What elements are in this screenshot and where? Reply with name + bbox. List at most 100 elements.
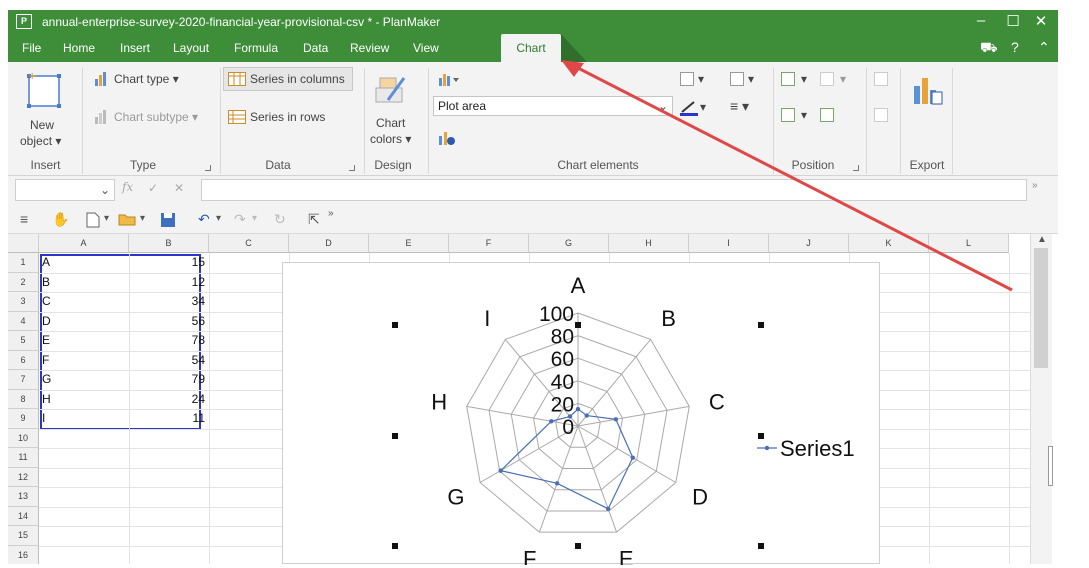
cell-b1[interactable]: 15 <box>129 255 205 269</box>
column-header-i[interactable]: I <box>689 234 769 253</box>
chart-colors-label-1[interactable]: Chart <box>376 116 405 130</box>
send-backward-icon[interactable] <box>781 108 795 122</box>
close-icon[interactable]: ✕ <box>1026 12 1056 30</box>
chevron-down-icon[interactable]: ▾ <box>700 100 706 114</box>
row-header-6[interactable]: 6 <box>8 350 39 370</box>
row-header-9[interactable]: 9 <box>8 409 39 429</box>
menu-view[interactable]: View <box>413 41 439 55</box>
cell-b7[interactable]: 79 <box>129 372 205 386</box>
menu-data[interactable]: Data <box>303 41 328 55</box>
cell-b4[interactable]: 56 <box>129 314 205 328</box>
chevron-down-icon[interactable]: ▾ <box>801 72 807 86</box>
column-header-c[interactable]: C <box>209 234 289 253</box>
split-handle[interactable] <box>1048 446 1053 486</box>
column-header-g[interactable]: G <box>529 234 609 253</box>
selection-handle[interactable] <box>392 543 398 549</box>
row-header-1[interactable]: 1 <box>8 253 39 273</box>
cancel-icon[interactable]: ✕ <box>174 181 184 195</box>
chart-colors-icon[interactable] <box>374 72 408 106</box>
cell-a6[interactable]: F <box>42 353 49 367</box>
chart-type-button[interactable]: Chart type ▾ <box>114 72 179 86</box>
row-header-14[interactable]: 14 <box>8 506 39 526</box>
chart-type-icon[interactable] <box>94 72 108 86</box>
position-group-dialog-icon[interactable] <box>853 165 859 171</box>
scrollbar-thumb[interactable] <box>1034 248 1048 368</box>
cell-a2[interactable]: B <box>42 275 50 289</box>
row-header-7[interactable]: 7 <box>8 370 39 390</box>
more-tools-icon[interactable]: » <box>328 208 334 219</box>
chevron-down-icon[interactable]: ▾ <box>252 213 257 224</box>
repeat-icon[interactable]: ↻ <box>274 211 286 228</box>
pointer-icon[interactable]: ⇱ <box>308 211 320 228</box>
confirm-icon[interactable]: ✓ <box>148 181 158 195</box>
column-header-k[interactable]: K <box>849 234 929 253</box>
cell-a7[interactable]: G <box>42 372 51 386</box>
new-object-label-1[interactable]: New <box>30 118 54 132</box>
fill-color-icon[interactable] <box>680 100 698 116</box>
column-header-a[interactable]: A <box>39 234 129 253</box>
cell-b8[interactable]: 24 <box>129 392 205 406</box>
hand-icon[interactable]: ✋ <box>52 211 69 228</box>
expand-formula-icon[interactable]: » <box>1032 180 1038 191</box>
cell-b2[interactable]: 12 <box>129 275 205 289</box>
chart-element-select[interactable]: Plot area ⌄ <box>433 96 673 116</box>
new-object-label-2[interactable]: object ▾ <box>20 134 61 148</box>
format-element-icon[interactable] <box>438 130 456 146</box>
selection-handle[interactable] <box>758 322 764 328</box>
row-header-5[interactable]: 5 <box>8 331 39 351</box>
row-header-10[interactable]: 10 <box>8 428 39 448</box>
bring-forward-icon[interactable] <box>781 72 795 86</box>
selection-handle[interactable] <box>758 433 764 439</box>
redo-icon[interactable]: ↷ <box>234 211 246 228</box>
chevron-down-icon[interactable]: ▾ <box>698 72 704 86</box>
radar-chart[interactable]: 0 20 40 60 80 100 A B C D E F G H I Series1 <box>282 262 880 568</box>
menu-file[interactable]: File <box>22 41 41 55</box>
row-header-11[interactable]: 11 <box>8 448 39 468</box>
cell-a4[interactable]: D <box>42 314 51 328</box>
selection-handle[interactable] <box>575 543 581 549</box>
cell-b3[interactable]: 34 <box>129 294 205 308</box>
cell-a5[interactable]: E <box>42 333 50 347</box>
menu-layout[interactable]: Layout <box>173 41 209 55</box>
row-header-16[interactable]: 16 <box>8 545 39 564</box>
selection-handle[interactable] <box>575 322 581 328</box>
selection-handle[interactable] <box>758 543 764 549</box>
object-properties-icon[interactable] <box>820 108 834 122</box>
maximize-icon[interactable]: ☐ <box>998 12 1028 30</box>
save-icon[interactable] <box>160 212 176 228</box>
cell-name-box[interactable]: ⌄ <box>15 179 115 201</box>
collapse-ribbon-icon[interactable]: ⌃ <box>1038 39 1050 56</box>
row-header-13[interactable]: 13 <box>8 487 39 507</box>
function-icon[interactable]: fx <box>122 180 133 194</box>
menu-review[interactable]: Review <box>350 41 389 55</box>
vertical-scrollbar[interactable]: ▲ <box>1030 234 1053 564</box>
chart-style-icon[interactable] <box>680 72 694 86</box>
new-object-icon[interactable]: + <box>26 70 62 110</box>
type-group-dialog-icon[interactable] <box>205 165 211 171</box>
column-header-f[interactable]: F <box>449 234 529 253</box>
cell-a3[interactable]: C <box>42 294 51 308</box>
open-folder-icon[interactable] <box>118 212 136 226</box>
undo-icon[interactable]: ↶ <box>198 211 210 228</box>
chart-colors-label-2[interactable]: colors ▾ <box>370 132 411 146</box>
cell-b5[interactable]: 78 <box>129 333 205 347</box>
series-in-rows-button[interactable]: Series in rows <box>250 110 325 124</box>
select-all-corner[interactable] <box>8 234 39 253</box>
column-header-l[interactable]: L <box>929 234 1009 253</box>
line-style-icon[interactable]: ≡ ▾ <box>730 98 749 115</box>
row-header-12[interactable]: 12 <box>8 467 39 487</box>
formula-input[interactable] <box>201 179 1027 201</box>
menu-insert[interactable]: Insert <box>120 41 150 55</box>
column-header-e[interactable]: E <box>369 234 449 253</box>
cell-a1[interactable]: A <box>42 255 50 269</box>
border-icon[interactable] <box>730 72 744 86</box>
selection-handle[interactable] <box>392 433 398 439</box>
row-header-3[interactable]: 3 <box>8 292 39 312</box>
chevron-down-icon[interactable]: ▾ <box>801 108 807 122</box>
selection-handle[interactable] <box>392 322 398 328</box>
column-header-d[interactable]: D <box>289 234 369 253</box>
chevron-down-icon[interactable]: ▾ <box>140 213 145 224</box>
chevron-down-icon[interactable]: ▾ <box>216 213 221 224</box>
menu-home[interactable]: Home <box>63 41 95 55</box>
cell-b6[interactable]: 54 <box>129 353 205 367</box>
